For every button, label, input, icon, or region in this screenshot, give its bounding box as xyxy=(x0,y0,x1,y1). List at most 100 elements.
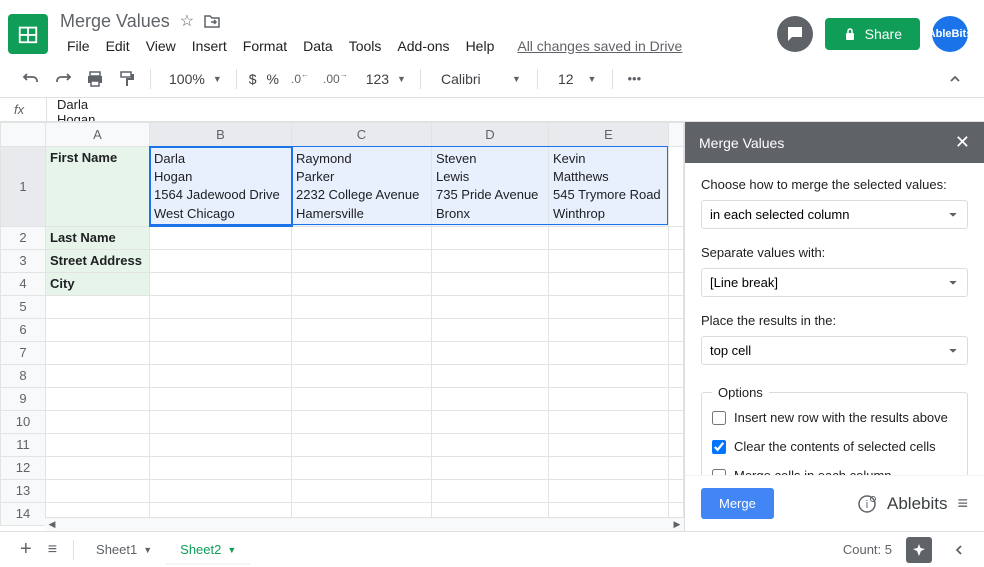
chevron-down-icon: ▼ xyxy=(227,545,236,555)
cell-A3[interactable]: Street Address xyxy=(46,249,150,272)
sidebar-footer: Merge i Ablebits ≡ xyxy=(685,475,984,531)
avatar[interactable]: AbleBits xyxy=(932,16,968,52)
options-fieldset: Options Insert new row with the results … xyxy=(701,385,968,475)
cell-A4[interactable]: City xyxy=(46,272,150,295)
row-header-1[interactable]: 1 xyxy=(1,147,46,227)
menu-edit[interactable]: Edit xyxy=(99,34,137,58)
row-header-13[interactable]: 13 xyxy=(1,479,46,502)
all-sheets-button[interactable]: ≡ xyxy=(40,535,65,565)
cell-D1[interactable]: Steven Lewis 735 Pride Avenue Bronx xyxy=(432,147,549,227)
chevron-down-icon: ▼ xyxy=(143,545,152,555)
increase-decimal-button[interactable]: .00→ xyxy=(317,66,354,92)
ablebits-label: Ablebits xyxy=(887,494,947,514)
menu-file[interactable]: File xyxy=(60,34,97,58)
cell-F1[interactable] xyxy=(669,147,684,227)
currency-button[interactable]: $ xyxy=(245,71,261,87)
fx-label[interactable]: fx xyxy=(8,102,46,117)
col-header-C[interactable]: C xyxy=(292,123,432,147)
sidebar-body: Choose how to merge the selected values:… xyxy=(685,163,984,475)
opt-merge-cells[interactable]: Merge cells in each column xyxy=(712,468,957,475)
row-header-4[interactable]: 4 xyxy=(1,272,46,295)
formula-input[interactable]: Darla Hogan xyxy=(46,98,984,121)
place-select[interactable]: top cell xyxy=(701,336,968,365)
menu-icon[interactable]: ≡ xyxy=(957,493,968,514)
save-status[interactable]: All changes saved in Drive xyxy=(517,38,682,54)
collapse-toolbar-button[interactable] xyxy=(942,66,968,92)
separator-label: Separate values with: xyxy=(701,245,968,260)
cell-B1[interactable]: Darla Hogan 1564 Jadewood Drive West Chi… xyxy=(150,147,292,227)
col-header-D[interactable]: D xyxy=(432,123,549,147)
close-icon[interactable]: ✕ xyxy=(955,132,970,153)
decrease-decimal-button[interactable]: .0← xyxy=(285,66,315,92)
opt-clear-contents-checkbox[interactable] xyxy=(712,440,726,454)
col-header-extra[interactable] xyxy=(669,123,684,147)
font-select[interactable]: Calibri▼ xyxy=(429,71,529,87)
menu-help[interactable]: Help xyxy=(459,34,502,58)
formula-bar: fx Darla Hogan xyxy=(0,98,984,122)
merge-values-sidebar: Merge Values ✕ Choose how to merge the s… xyxy=(684,122,984,531)
row-header-10[interactable]: 10 xyxy=(1,410,46,433)
font-size-select[interactable]: 12▼ xyxy=(546,71,605,87)
menu-addons[interactable]: Add-ons xyxy=(390,34,456,58)
more-toolbar-button[interactable]: ••• xyxy=(621,65,647,92)
more-formats-button[interactable]: 123▼ xyxy=(356,71,412,87)
print-button[interactable] xyxy=(80,64,110,94)
bottom-bar: + ≡ Sheet1▼ Sheet2▼ Count: 5 xyxy=(0,531,984,567)
row-header-6[interactable]: 6 xyxy=(1,318,46,341)
row-header-12[interactable]: 12 xyxy=(1,456,46,479)
menu-data[interactable]: Data xyxy=(296,34,340,58)
star-icon[interactable]: ☆ xyxy=(180,11,194,31)
opt-clear-contents[interactable]: Clear the contents of selected cells xyxy=(712,439,957,454)
row-header-7[interactable]: 7 xyxy=(1,341,46,364)
sheets-logo[interactable] xyxy=(8,14,48,54)
percent-button[interactable]: % xyxy=(263,71,283,87)
collapse-side-button[interactable] xyxy=(946,537,972,563)
share-button[interactable]: Share xyxy=(825,18,920,50)
opt-insert-row-checkbox[interactable] xyxy=(712,411,726,425)
scroll-left-icon[interactable]: ◀ xyxy=(45,519,59,530)
tab-sheet1[interactable]: Sheet1▼ xyxy=(82,534,166,565)
col-header-E[interactable]: E xyxy=(549,123,669,147)
row-header-5[interactable]: 5 xyxy=(1,295,46,318)
header: Merge Values ☆ File Edit View Insert For… xyxy=(0,0,984,60)
merge-how-select[interactable]: in each selected column xyxy=(701,200,968,229)
info-icon[interactable]: i xyxy=(857,494,877,514)
grid-area[interactable]: A B C D E 1 First Name Darla Hogan 1564 … xyxy=(0,122,684,531)
cell-C1[interactable]: Raymond Parker 2232 College Avenue Hamer… xyxy=(292,147,432,227)
spreadsheet-grid: A B C D E 1 First Name Darla Hogan 1564 … xyxy=(0,122,684,526)
menu-format[interactable]: Format xyxy=(236,34,294,58)
select-all-cell[interactable] xyxy=(1,123,46,147)
opt-insert-row[interactable]: Insert new row with the results above xyxy=(712,410,957,425)
menu-tools[interactable]: Tools xyxy=(342,34,389,58)
cell-A2[interactable]: Last Name xyxy=(46,226,150,249)
add-sheet-button[interactable]: + xyxy=(12,532,40,567)
undo-button[interactable] xyxy=(16,64,46,94)
move-icon[interactable] xyxy=(204,14,220,28)
row-header-8[interactable]: 8 xyxy=(1,364,46,387)
col-header-A[interactable]: A xyxy=(46,123,150,147)
menu-insert[interactable]: Insert xyxy=(185,34,234,58)
redo-button[interactable] xyxy=(48,64,78,94)
row-header-14[interactable]: 14 xyxy=(1,502,46,525)
separator-select[interactable]: [Line break] xyxy=(701,268,968,297)
row-header-11[interactable]: 11 xyxy=(1,433,46,456)
tab-sheet2[interactable]: Sheet2▼ xyxy=(166,534,250,565)
col-header-B[interactable]: B xyxy=(150,123,292,147)
paint-format-button[interactable] xyxy=(112,64,142,94)
zoom-select[interactable]: 100%▼ xyxy=(159,71,228,87)
cell-E1[interactable]: Kevin Matthews 545 Trymore Road Winthrop xyxy=(549,147,669,227)
merge-button[interactable]: Merge xyxy=(701,488,774,519)
sidebar-title: Merge Values xyxy=(699,135,784,151)
row-header-3[interactable]: 3 xyxy=(1,249,46,272)
scroll-right-icon[interactable]: ▶ xyxy=(670,519,684,530)
doc-title[interactable]: Merge Values xyxy=(60,11,170,32)
status-count[interactable]: Count: 5 xyxy=(843,542,892,557)
explore-button[interactable] xyxy=(906,537,932,563)
row-header-2[interactable]: 2 xyxy=(1,226,46,249)
main-area: A B C D E 1 First Name Darla Hogan 1564 … xyxy=(0,122,984,531)
comments-button[interactable] xyxy=(777,16,813,52)
row-header-9[interactable]: 9 xyxy=(1,387,46,410)
horizontal-scrollbar[interactable]: ◀ ▶ xyxy=(45,517,684,531)
menu-view[interactable]: View xyxy=(139,34,183,58)
cell-A1[interactable]: First Name xyxy=(46,147,150,227)
